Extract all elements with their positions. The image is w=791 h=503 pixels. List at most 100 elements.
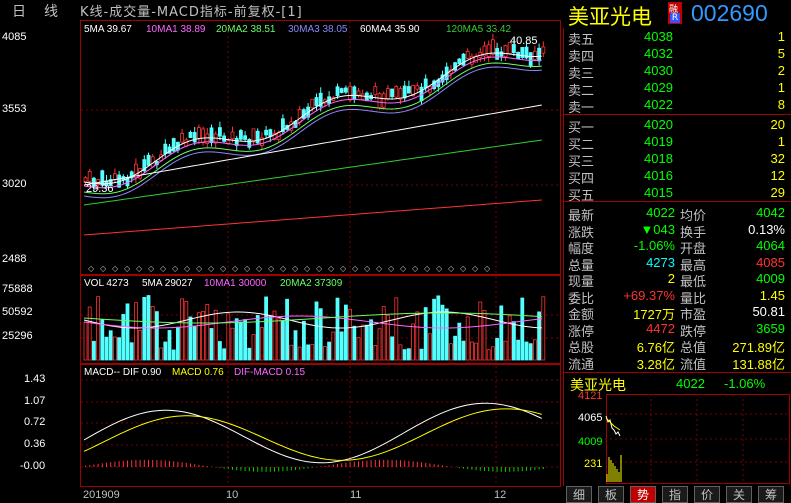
event-marker: ◇: [436, 264, 443, 273]
tab-7[interactable]: 筹: [758, 486, 784, 503]
volume-bar: [486, 349, 491, 361]
dea-line: [83, 408, 542, 461]
ask-price: 4030: [644, 63, 673, 78]
ask-price: 4022: [644, 97, 673, 112]
candle-body: [196, 127, 201, 139]
volume-bar: [268, 315, 273, 361]
candle-body: [490, 39, 495, 55]
event-marker: ◇: [112, 264, 119, 273]
volume-bar: [238, 321, 243, 361]
ask-volume: 5: [777, 46, 785, 61]
dif-line: [83, 402, 543, 464]
main-chart-canvas[interactable]: ◇ ◇ ◇ ◇ ◇ ◇ ◇ ◇ ◇ ◇ ◇ ◇ ◇ ◇ ◇ ◇ ◇ ◇ ◇ ◇ ◇ ◇ ◇ ◇ ◇ ◇ ◇ ◇ ◇ ◇ ◇ ◇ ◇ ◇: [0, 0, 565, 503]
candle-body: [415, 85, 420, 90]
candle-body: [394, 86, 399, 98]
volume-bar: [280, 320, 285, 361]
volume-bar: [150, 305, 155, 361]
separator: [564, 372, 791, 373]
orderbook-bids: 买一 4020 20 买二 4019 1 买三 4018 32 买四 4016 12 买五 4015 29: [566, 116, 790, 203]
stat-value: 4472: [646, 320, 675, 336]
event-marker: ◇: [172, 264, 179, 273]
event-marker: ◇: [136, 264, 143, 273]
tab-5[interactable]: 价: [694, 486, 720, 503]
volume-bar: [512, 321, 516, 361]
volume-bar: [322, 346, 327, 361]
volume-bar: [528, 343, 533, 361]
ask-price: 4032: [644, 46, 673, 61]
volume-bar: [411, 323, 416, 361]
candle-body: [528, 52, 533, 66]
candle-body: [348, 85, 353, 101]
stat-value: +69.37%: [623, 287, 675, 303]
price-low-label: 29.36: [86, 183, 114, 195]
volume-bar: [524, 341, 529, 361]
ask-volume: 2: [777, 63, 785, 78]
volume-bar: [478, 301, 483, 361]
candle-body: [503, 45, 508, 58]
volume-legend-5: 5MA 29027: [142, 278, 193, 289]
stat-value: 0.13%: [748, 221, 785, 237]
stat-value: ▼043: [640, 221, 675, 237]
volume-bar: [154, 311, 159, 361]
candle-body: [264, 129, 269, 136]
volume-bar: [285, 298, 290, 361]
event-marker: ◇: [424, 264, 431, 273]
stat-value: 4085: [756, 254, 785, 270]
event-marker: ◇: [148, 264, 155, 273]
separator: [564, 201, 791, 202]
volume-bar: [373, 345, 378, 361]
volume-legend-vol: VOL 4273: [84, 278, 129, 289]
volume-bar: [108, 330, 113, 361]
bid-volume: 32: [770, 151, 785, 166]
event-marker: ◇: [304, 264, 311, 273]
mini-avg-line: [605, 417, 621, 431]
event-marker: ◇: [124, 264, 131, 273]
volume-bar: [259, 326, 264, 361]
volume-bar: [226, 313, 231, 361]
event-marker: ◇: [316, 264, 323, 273]
candle-body: [381, 93, 386, 108]
candle-body: [373, 86, 378, 96]
volume-bar: [234, 318, 239, 361]
candle-body: [457, 58, 462, 65]
volume-bar: [331, 331, 336, 361]
orderbook-asks: 卖五 4038 1 卖四 4032 5 卖三 4030 2 卖二 4029 1 卖一 4022 8: [566, 28, 790, 115]
stat-value: 4273: [646, 254, 675, 270]
ask-volume: 1: [777, 29, 785, 44]
tab-2[interactable]: 板: [598, 486, 624, 503]
tab-1[interactable]: 细: [566, 486, 592, 503]
event-marker: ◇: [184, 264, 191, 273]
stat-value: 4022: [646, 205, 675, 220]
volume-bar: [138, 329, 143, 361]
event-marker: ◇: [388, 264, 395, 273]
macd-legend-dif: MACD-- DIF 0.90: [84, 367, 162, 378]
tab-6[interactable]: 关: [726, 486, 752, 503]
event-marker: ◇: [268, 264, 275, 273]
volume-bar: [289, 344, 294, 361]
stat-row: 流通 3.28亿 流值 131.88亿: [566, 353, 789, 372]
candle-body: [335, 86, 340, 97]
tab-4[interactable]: 指: [662, 486, 688, 503]
volume-bar: [453, 335, 458, 361]
ask-row[interactable]: 卖一 4022 8: [566, 96, 789, 115]
volume-legend-20: 20MA2 37309: [280, 278, 343, 289]
stat-value: 4064: [756, 238, 785, 253]
volume-bar: [465, 316, 470, 361]
event-marker: ◇: [100, 264, 107, 273]
tab-3[interactable]: 势: [630, 486, 656, 503]
candle-body: [209, 127, 214, 143]
mini-axis-mid: 4065: [578, 412, 603, 424]
candle-body: [87, 170, 92, 182]
macd-legend-diff: DIF-MACD 0.15: [234, 367, 306, 378]
ask-price: 4029: [644, 80, 673, 95]
volume-bar: [520, 297, 525, 361]
mini-stock-change: -1.06%: [724, 376, 766, 391]
volume-bar: [364, 324, 369, 361]
volume-bar: [196, 312, 201, 361]
candle-body: [238, 130, 243, 140]
volume-bar: [356, 337, 361, 361]
price-high-label: 40.85: [510, 35, 538, 47]
volume-bar: [92, 340, 96, 361]
ask-volume: 8: [777, 97, 785, 112]
candle-body: [343, 87, 348, 93]
